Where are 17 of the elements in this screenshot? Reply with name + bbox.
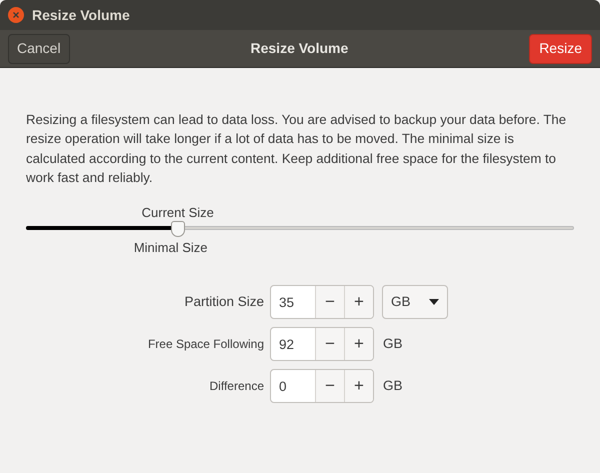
field-label: Partition Size [183, 292, 265, 310]
unit-label: GB [383, 376, 403, 394]
warning-description: Resizing a filesystem can lead to data loss. You are advised to backup your data before. The resize operation will take longer if a lot of data has to be moved. The minimal size is calculated according to the current content. Keep additional free space for the filesystem to work fast and reliably. [26, 111, 568, 188]
field-label: Difference [208, 378, 265, 395]
field-label: Free Space Following [146, 336, 265, 353]
unit-label: GB [383, 334, 403, 352]
close-icon[interactable] [8, 7, 24, 23]
resize-button[interactable]: Resize [529, 34, 592, 64]
dropdown-arrow-icon [429, 298, 439, 305]
current-size-label: Current Size [142, 204, 214, 220]
slider-track[interactable] [26, 226, 574, 230]
unit-dropdown[interactable]: GB [382, 284, 448, 319]
cancel-button[interactable]: Cancel [8, 34, 70, 64]
minimal-size-label: Minimal Size [134, 238, 208, 257]
window-title: Resize Volume [32, 6, 130, 24]
slider-thumb[interactable] [170, 220, 185, 237]
dialog-title: Resize Volume [250, 39, 348, 58]
